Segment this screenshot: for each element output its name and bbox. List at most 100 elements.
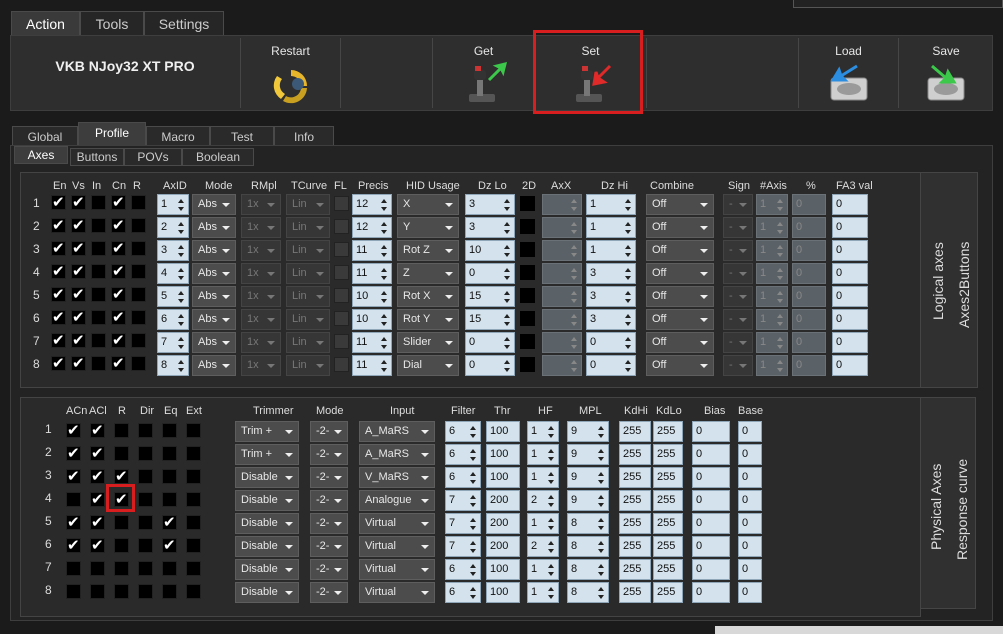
2d-checkbox[interactable] [520, 357, 535, 372]
mode-dropdown[interactable]: Abs [192, 263, 236, 284]
filter-spinner[interactable]: 6 [445, 467, 481, 488]
checkbox-acl[interactable] [90, 467, 105, 485]
mpl-spinner[interactable]: 9 [567, 421, 609, 442]
combine-dropdown[interactable]: Off [646, 240, 714, 261]
checkbox-en[interactable] [51, 216, 66, 234]
fl-checkbox[interactable] [334, 196, 349, 211]
kdhi-field[interactable]: 255 [619, 513, 651, 534]
bias-field[interactable]: 0 [692, 444, 730, 465]
trimmer-dropdown[interactable]: Disable [235, 536, 299, 557]
kdlo-field[interactable]: 255 [653, 536, 683, 557]
mpl-spinner[interactable]: 8 [567, 513, 609, 534]
mode-dropdown[interactable]: Abs [192, 286, 236, 307]
response-curve-label[interactable]: Response curve [954, 459, 970, 560]
thr-field[interactable]: 100 [486, 559, 520, 580]
checkbox-vs[interactable] [71, 331, 86, 349]
checkbox-acl[interactable] [90, 444, 105, 462]
kdlo-field[interactable]: 255 [653, 490, 683, 511]
kdhi-field[interactable]: 255 [619, 421, 651, 442]
checkbox-ext[interactable] [186, 446, 201, 461]
base-field[interactable]: 0 [738, 536, 762, 557]
dz-lo-spinner[interactable]: 3 [465, 194, 515, 215]
precis-spinner[interactable]: 11 [352, 263, 392, 284]
checkbox-acl[interactable] [90, 490, 105, 508]
checkbox-in[interactable] [91, 310, 106, 325]
kdhi-field[interactable]: 255 [619, 559, 651, 580]
precis-spinner[interactable]: 10 [352, 309, 392, 330]
get-button[interactable]: Get [432, 38, 534, 108]
tab-tools[interactable]: Tools [80, 11, 144, 35]
logical-axes-label[interactable]: Logical axes [930, 242, 946, 320]
mode-dropdown[interactable]: -2- [310, 536, 348, 557]
base-field[interactable]: 0 [738, 421, 762, 442]
mode-dropdown[interactable]: -2- [310, 421, 348, 442]
kdlo-field[interactable]: 255 [653, 582, 683, 603]
checkbox-vs[interactable] [71, 354, 86, 372]
checkbox-ext[interactable] [186, 538, 201, 553]
tab-profile[interactable]: Profile [78, 122, 146, 146]
tab-povs[interactable]: POVs [124, 148, 182, 166]
hid-usage-dropdown[interactable]: Rot X [397, 286, 459, 307]
2d-checkbox[interactable] [520, 196, 535, 211]
checkbox-r[interactable] [114, 515, 129, 530]
dz-hi-spinner[interactable]: 3 [586, 263, 636, 284]
trimmer-dropdown[interactable]: Disable [235, 559, 299, 580]
dz-hi-spinner[interactable]: 1 [586, 194, 636, 215]
hid-usage-dropdown[interactable]: Slider [397, 332, 459, 353]
checkbox-en[interactable] [51, 308, 66, 326]
mode-dropdown[interactable]: -2- [310, 490, 348, 511]
fa3-field[interactable]: 0 [832, 332, 868, 353]
thr-field[interactable]: 200 [486, 490, 520, 511]
tab-info[interactable]: Info [274, 126, 334, 146]
dz-lo-spinner[interactable]: 15 [465, 286, 515, 307]
checkbox-in[interactable] [91, 218, 106, 233]
checkbox-r[interactable] [131, 333, 146, 348]
checkbox-en[interactable] [51, 193, 66, 211]
dz-hi-spinner[interactable]: 1 [586, 217, 636, 238]
checkbox-ext[interactable] [186, 469, 201, 484]
checkbox-eq[interactable] [162, 561, 177, 576]
bias-field[interactable]: 0 [692, 559, 730, 580]
bias-field[interactable]: 0 [692, 513, 730, 534]
filter-spinner[interactable]: 6 [445, 421, 481, 442]
thr-field[interactable]: 100 [486, 582, 520, 603]
checkbox-cn[interactable] [111, 193, 126, 211]
tab-boolean[interactable]: Boolean [182, 148, 254, 166]
checkbox-r[interactable] [131, 195, 146, 210]
checkbox-dir[interactable] [138, 538, 153, 553]
combine-dropdown[interactable]: Off [646, 217, 714, 238]
combine-dropdown[interactable]: Off [646, 194, 714, 215]
trimmer-dropdown[interactable]: Disable [235, 490, 299, 511]
precis-spinner[interactable]: 10 [352, 286, 392, 307]
axid-spinner[interactable]: 5 [157, 286, 189, 307]
thr-field[interactable]: 100 [486, 444, 520, 465]
base-field[interactable]: 0 [738, 513, 762, 534]
checkbox-cn[interactable] [111, 262, 126, 280]
checkbox-en[interactable] [51, 285, 66, 303]
checkbox-r[interactable] [114, 446, 129, 461]
fa3-field[interactable]: 0 [832, 286, 868, 307]
2d-checkbox[interactable] [520, 219, 535, 234]
thr-field[interactable]: 200 [486, 513, 520, 534]
checkbox-ext[interactable] [186, 515, 201, 530]
hid-usage-dropdown[interactable]: Y [397, 217, 459, 238]
fa3-field[interactable]: 0 [832, 355, 868, 376]
mode-dropdown[interactable]: -2- [310, 467, 348, 488]
checkbox-acl[interactable] [90, 536, 105, 554]
input-dropdown[interactable]: Virtual [359, 536, 435, 557]
input-dropdown[interactable]: Analogue [359, 490, 435, 511]
2d-checkbox[interactable] [520, 265, 535, 280]
base-field[interactable]: 0 [738, 559, 762, 580]
bias-field[interactable]: 0 [692, 536, 730, 557]
fa3-field[interactable]: 0 [832, 263, 868, 284]
dz-hi-spinner[interactable]: 3 [586, 309, 636, 330]
2d-checkbox[interactable] [520, 334, 535, 349]
fl-checkbox[interactable] [334, 242, 349, 257]
checkbox-eq[interactable] [162, 513, 177, 531]
mode-dropdown[interactable]: Abs [192, 194, 236, 215]
checkbox-r[interactable] [131, 241, 146, 256]
checkbox-en[interactable] [51, 354, 66, 372]
checkbox-cn[interactable] [111, 239, 126, 257]
checkbox-r[interactable] [131, 356, 146, 371]
checkbox-dir[interactable] [138, 561, 153, 576]
